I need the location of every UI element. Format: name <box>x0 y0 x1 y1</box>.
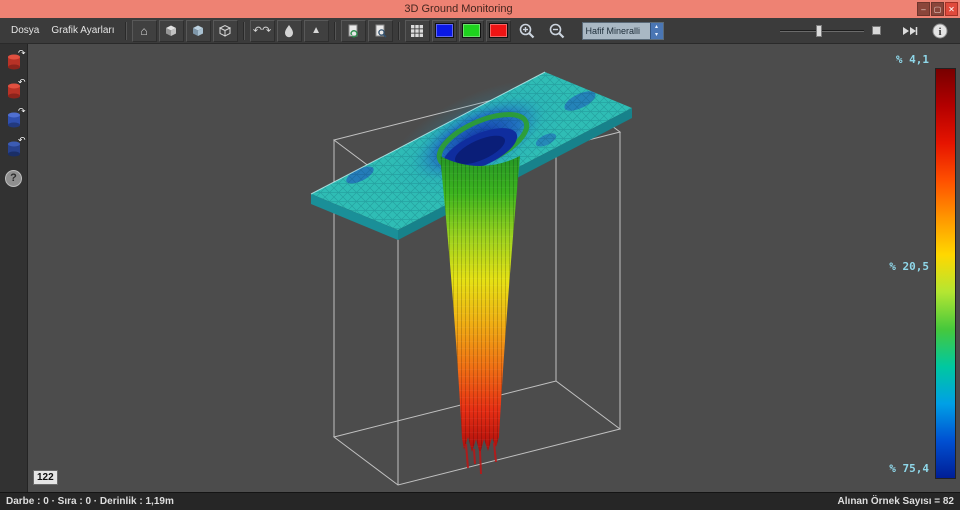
slider-handle[interactable] <box>816 25 822 37</box>
opacity-slider[interactable] <box>780 23 864 39</box>
rotate-button[interactable]: ↶↷ <box>250 20 275 42</box>
arrow-overlay-icon: ↶ <box>18 77 26 88</box>
close-button[interactable]: ✕ <box>945 2 958 16</box>
window-controls: – ▢ ✕ <box>917 2 958 16</box>
blue-swatch-button[interactable] <box>432 20 457 42</box>
toolbar-separator <box>125 22 127 40</box>
green-swatch-button[interactable] <box>459 20 484 42</box>
help-button[interactable]: ? <box>2 166 26 190</box>
grid-button[interactable] <box>405 20 430 42</box>
status-right: Alınan Örnek Sayısı = 82 <box>838 496 954 507</box>
info-icon: i <box>931 22 949 40</box>
zoom-out-icon <box>548 22 566 40</box>
zoom-in-button[interactable] <box>514 20 540 42</box>
cone-button[interactable]: ▲ <box>304 20 329 42</box>
droplet-button[interactable] <box>277 20 302 42</box>
cone-icon: ▲ <box>311 25 321 36</box>
arrow-overlay-icon: ↷ <box>18 106 26 117</box>
minimize-button[interactable]: – <box>917 2 930 16</box>
cube-outline-icon <box>217 23 233 39</box>
info-button[interactable]: i <box>927 20 953 42</box>
cube-view-button-1[interactable] <box>159 20 184 42</box>
refresh-document-icon <box>345 23 361 39</box>
maximize-button[interactable]: ▢ <box>931 2 944 16</box>
menu-grafik-ayarlari[interactable]: Grafik Ayarları <box>45 18 120 43</box>
cube-icon <box>163 23 179 39</box>
titlebar[interactable]: 3D Ground Monitoring – ▢ ✕ <box>0 0 960 18</box>
flow-arrows-icon <box>900 23 920 39</box>
mineral-type-combobox[interactable]: Hafif Mineralli ▴ ▾ <box>582 22 664 40</box>
combobox-spinner[interactable]: ▴ ▾ <box>650 23 663 39</box>
red-core-in-button[interactable]: ↷ <box>2 50 26 74</box>
spinner-down-icon: ▾ <box>651 31 663 39</box>
search-document-button[interactable] <box>368 20 393 42</box>
left-sidebar: ↷ ↶ ↷ ↶ ? <box>0 44 28 492</box>
arrow-overlay-icon: ↷ <box>18 48 26 59</box>
viewport: 122 % 4,1 % 20,5 % 75,4 <box>28 44 960 492</box>
menu-dosya[interactable]: Dosya <box>5 18 45 43</box>
search-document-icon <box>372 23 388 39</box>
window-title: 3D Ground Monitoring <box>0 3 917 15</box>
spinner-up-icon: ▴ <box>651 23 663 31</box>
colorbar-label-bottom: % 75,4 <box>889 462 929 475</box>
home-icon: ⌂ <box>140 24 147 38</box>
toolbar-right-zone: i <box>780 20 955 42</box>
toolbar-separator <box>243 22 245 40</box>
green-swatch-icon <box>462 23 481 38</box>
3d-visualization[interactable] <box>28 44 893 492</box>
plume-funnel <box>440 156 520 474</box>
colorbar-label-top: % 4,1 <box>896 53 929 66</box>
svg-text:i: i <box>938 26 941 38</box>
statusbar: Darbe : 0 · Sıra : 0 · Derinlik : 1,19m … <box>0 492 960 510</box>
red-swatch-button[interactable] <box>486 20 511 42</box>
zoom-out-button[interactable] <box>544 20 570 42</box>
flow-arrows-button[interactable] <box>897 20 923 42</box>
blue-core-out-button[interactable]: ↶ <box>2 137 26 161</box>
status-left: Darbe : 0 · Sıra : 0 · Derinlik : 1,19m <box>6 496 174 507</box>
refresh-document-button[interactable] <box>341 20 366 42</box>
toolbar-separator <box>398 22 400 40</box>
slider-end-button[interactable] <box>872 26 881 35</box>
rotate-icon: ↶↷ <box>253 24 271 37</box>
droplet-icon <box>281 23 297 39</box>
colorbar-label-middle: % 20,5 <box>889 260 929 273</box>
cube-wire-icon <box>190 23 206 39</box>
sample-counter: 122 <box>33 470 58 485</box>
slider-track[interactable] <box>780 30 864 32</box>
grid-icon <box>410 24 424 38</box>
blue-core-in-button[interactable]: ↷ <box>2 108 26 132</box>
home-button[interactable]: ⌂ <box>132 20 157 42</box>
cube-view-button-2[interactable] <box>186 20 211 42</box>
combobox-value: Hafif Mineralli <box>583 26 650 36</box>
red-core-out-button[interactable]: ↶ <box>2 79 26 103</box>
toolbar-separator <box>334 22 336 40</box>
red-swatch-icon <box>489 23 508 38</box>
app-window: 3D Ground Monitoring – ▢ ✕ Dosya Grafik … <box>0 0 960 510</box>
question-mark-icon: ? <box>5 170 22 187</box>
toolbar: Dosya Grafik Ayarları ⌂ ↶↷ <box>0 18 960 44</box>
blue-swatch-icon <box>435 23 454 38</box>
cube-view-button-3[interactable] <box>213 20 238 42</box>
zoom-in-icon <box>518 22 536 40</box>
colorbar-gradient <box>935 68 956 479</box>
arrow-overlay-icon: ↶ <box>18 135 26 146</box>
